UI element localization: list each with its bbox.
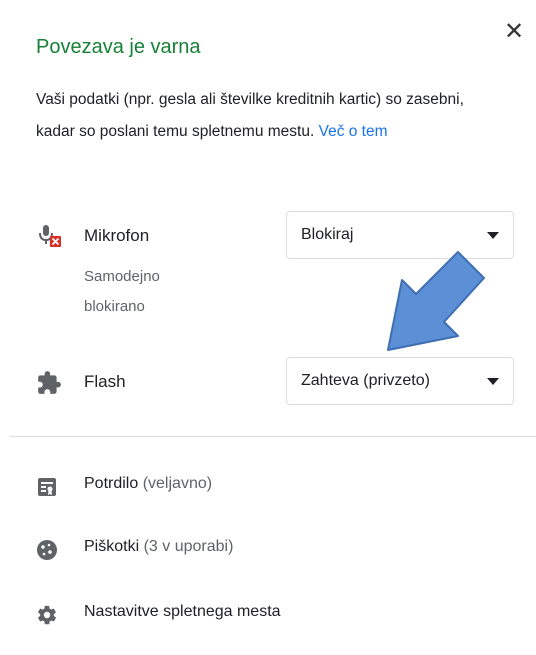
flash-label: Flash [84,372,126,391]
flash-select-value: Zahteva (privzeto) [301,372,430,389]
learn-more-link[interactable]: Več o tem [319,123,388,140]
cookies-link[interactable]: Piškotki (3 v uporabi) [20,529,520,569]
certificate-link[interactable]: Potrdilo (veljavno) [20,466,520,506]
connection-description: Vaši podatki (npr. gesla ali številke kr… [36,84,506,148]
gear-icon [36,604,58,631]
microphone-blocked-icon [38,224,64,255]
microphone-select-value: Blokiraj [301,226,354,243]
certificate-text: Potrdilo (veljavno) [84,475,212,493]
close-icon: ✕ [503,18,525,45]
section-divider [10,436,536,437]
cookie-icon [36,539,58,566]
puzzle-piece-icon [36,370,62,401]
chevron-down-icon [487,378,499,385]
cookies-text: Piškotki (3 v uporabi) [84,538,233,556]
close-button[interactable]: ✕ [500,18,528,46]
site-settings-label: Nastavitve spletnega mesta [84,603,281,620]
cookies-count: (3 v uporabi) [143,538,234,555]
connection-secure-title: Povezava je varna [36,36,201,58]
description-text: Vaši podatki (npr. gesla ali številke kr… [36,91,464,140]
certificate-status: (veljavno) [142,475,213,492]
chevron-down-icon [487,232,499,239]
certificate-icon [36,476,58,503]
annotation-arrow [372,246,492,371]
certificate-label: Potrdilo [84,475,139,492]
cookies-label: Piškotki [84,538,140,555]
microphone-sublabel: Samodejno blokirano [84,268,160,315]
site-settings-link[interactable]: Nastavitve spletnega mesta [20,594,520,634]
microphone-label: Mikrofon [84,226,150,245]
